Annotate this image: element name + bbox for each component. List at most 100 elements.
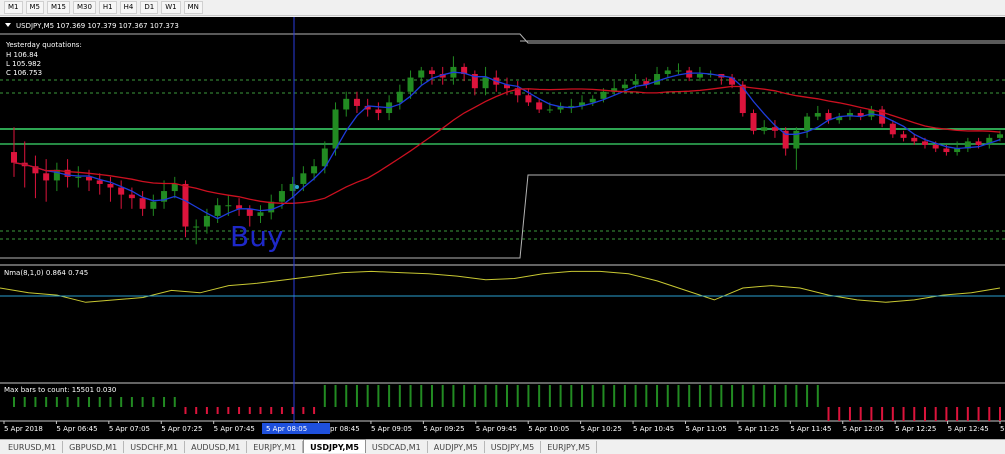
main-price-panel[interactable]	[0, 17, 1005, 427]
candle-body	[654, 74, 661, 85]
histogram-bar	[741, 385, 744, 407]
histogram-bar	[388, 385, 391, 407]
timeframe-button-mn[interactable]: MN	[183, 1, 203, 14]
candle-body	[150, 201, 157, 209]
histogram-bar	[280, 407, 283, 414]
histogram-bar	[441, 385, 444, 407]
histogram-bar	[816, 385, 819, 407]
candle-body	[761, 127, 768, 131]
histogram-bar	[173, 397, 176, 407]
tab-usdchf-m1[interactable]: USDCHF,M1	[124, 441, 186, 453]
candle-body	[311, 166, 318, 174]
tab-usdcad-m1[interactable]: USDCAD,M1	[366, 441, 428, 453]
histogram-bar	[881, 407, 884, 421]
tab-eurusd-m1[interactable]: EURUSD,M1	[2, 441, 64, 453]
chart-window[interactable]: 5 Apr 2018 5 Apr 06:45 5 Apr 07:05 5 Apr 07…	[0, 17, 1005, 439]
tab-audusd-m1[interactable]: AUDUSD,M1	[185, 441, 248, 453]
time-label: 5 Apr 07:25	[161, 425, 202, 433]
candle-body	[139, 198, 146, 209]
histogram-bar	[527, 385, 530, 407]
histogram-bar	[784, 385, 787, 407]
chart-canvas[interactable]: 5 Apr 2018 5 Apr 06:45 5 Apr 07:05 5 Apr 07…	[0, 17, 1005, 439]
histogram-bar	[34, 397, 37, 407]
candle-body	[975, 141, 982, 145]
candle-body	[225, 205, 232, 207]
candle-body	[921, 141, 928, 145]
candle-body	[546, 109, 553, 111]
histogram-bar	[956, 407, 959, 421]
timeframe-button-m15[interactable]: M15	[47, 1, 70, 14]
candle-body	[343, 98, 350, 110]
histogram-bar	[613, 385, 616, 407]
timeframe-button-m1[interactable]: M1	[4, 1, 23, 14]
histogram-bar	[709, 385, 712, 407]
channel-upper-line[interactable]	[0, 33, 1005, 44]
candle-body	[675, 70, 682, 72]
histogram-bar	[13, 397, 15, 407]
candle-body	[86, 176, 93, 181]
histogram-bar	[666, 385, 669, 407]
timeframe-button-h1[interactable]: H1	[98, 1, 117, 14]
buy-signal-label: Buy	[230, 220, 284, 253]
histogram-bar	[913, 407, 916, 421]
histogram-bar	[355, 385, 358, 407]
tab-usdjpy-m5[interactable]: USDJPY,M5	[303, 439, 366, 453]
timeframe-button-w1[interactable]: W1	[161, 1, 181, 14]
time-label: 5 Apr 12:25	[895, 425, 936, 433]
volume-panel[interactable]	[13, 385, 1001, 421]
histogram-bar	[548, 385, 551, 407]
candle-body	[664, 70, 671, 75]
timeframe-button-d1[interactable]: D1	[140, 1, 159, 14]
tab-eurjpy-m5[interactable]: EURJPY,M5	[541, 441, 598, 453]
tab-usdjpy-m5[interactable]: USDJPY,M5	[485, 441, 542, 453]
tab-gbpusd-m1[interactable]: GBPUSD,M1	[63, 441, 125, 453]
collapse-triangle-icon[interactable]	[5, 23, 11, 27]
histogram-bar	[591, 385, 594, 407]
histogram-bar	[602, 385, 605, 407]
histogram-bar	[945, 407, 948, 421]
histogram-bar	[195, 407, 198, 414]
timeframe-button-h4[interactable]: H4	[119, 1, 138, 14]
histogram-bar	[152, 397, 155, 407]
histogram-bar	[934, 407, 937, 421]
volume-label: Max bars to count: 15501 0.030	[4, 386, 116, 394]
histogram-bar	[827, 407, 830, 421]
histogram-bar	[677, 385, 680, 407]
histogram-bar	[977, 407, 980, 421]
histogram-bar	[323, 385, 326, 407]
histogram-bar	[495, 385, 498, 407]
candle-body	[482, 77, 489, 89]
histogram-bar	[848, 407, 851, 421]
candle-body	[11, 152, 17, 163]
candle-body	[889, 123, 896, 135]
indicator-line	[0, 270, 1001, 303]
histogram-bar	[806, 385, 809, 407]
histogram-bar	[291, 407, 294, 414]
histogram-bar	[270, 407, 273, 414]
histogram-bar	[163, 397, 166, 407]
candle-body	[621, 84, 628, 89]
candle-body	[997, 134, 1003, 138]
histogram-bar	[698, 385, 701, 407]
candle-body	[75, 176, 82, 178]
quote-line-high: H 106.84	[6, 51, 39, 59]
time-label: 5 Apr 10:05	[528, 425, 569, 433]
timeframe-button-m30[interactable]: M30	[72, 1, 96, 14]
histogram-bar	[538, 385, 541, 407]
channel-lower-line[interactable]	[0, 174, 1005, 259]
time-label: 5 Apr 10:25	[581, 425, 622, 433]
candle-body	[696, 74, 703, 78]
tab-eurjpy-m1[interactable]: EURJPY,M1	[247, 441, 304, 453]
histogram-bar	[891, 407, 894, 421]
timeframe-button-m5[interactable]: M5	[25, 1, 44, 14]
histogram-bar	[259, 407, 262, 414]
tab-audjpy-m5[interactable]: AUDJPY,M5	[428, 441, 485, 453]
candle-body	[278, 191, 285, 202]
histogram-bar	[645, 385, 648, 407]
candle-body	[814, 113, 821, 117]
candle-body	[43, 173, 50, 181]
indicator-panel[interactable]	[0, 270, 1005, 303]
histogram-bar	[248, 407, 251, 414]
histogram-bar	[656, 385, 659, 407]
histogram-bar	[752, 385, 755, 407]
